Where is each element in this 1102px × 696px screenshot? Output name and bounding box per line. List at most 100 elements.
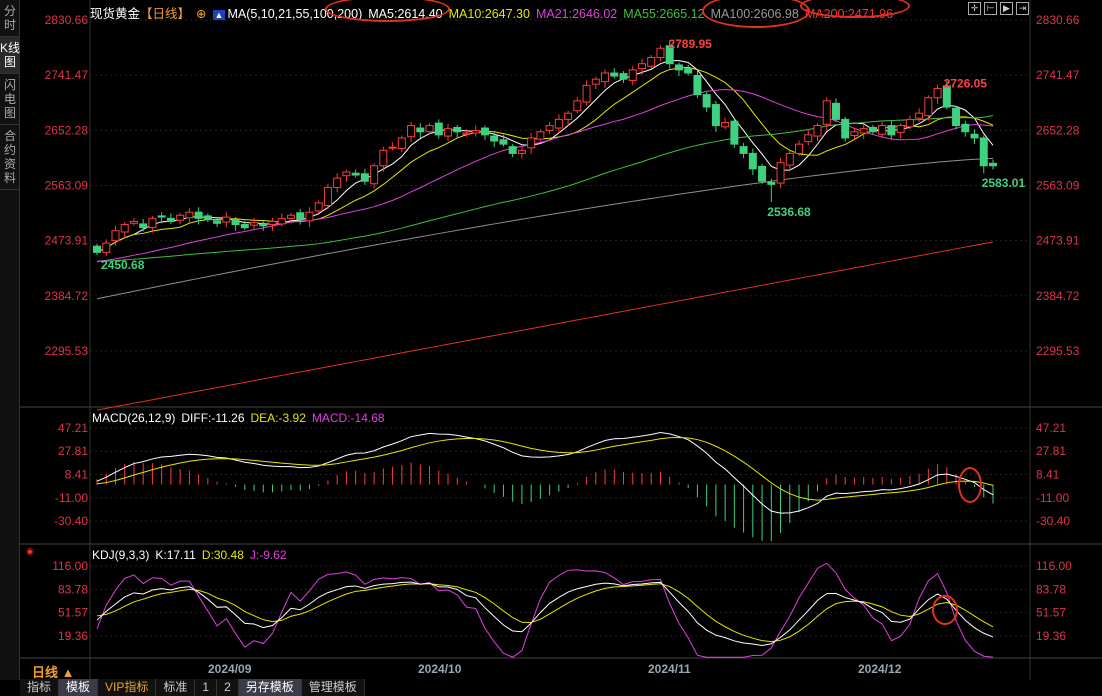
tab-template[interactable]: 模板: [59, 679, 99, 696]
candle-body: [517, 149, 526, 154]
low-label: 2583.01: [982, 176, 1026, 190]
candle-body: [314, 202, 323, 212]
ma10-value: MA10:2647.30: [448, 7, 530, 21]
candle-body: [924, 97, 933, 117]
price-label-right: 2473.91: [1036, 234, 1080, 248]
candle-body: [499, 139, 508, 145]
candle-body: [859, 128, 868, 134]
candle-body: [342, 171, 351, 177]
price-label-left: 2830.66: [45, 13, 89, 27]
price-label-right: 2652.28: [1036, 123, 1080, 137]
candle-body: [213, 220, 222, 224]
candle-body: [527, 137, 536, 149]
macd-diff-line: [96, 431, 994, 514]
candle-body: [628, 69, 637, 81]
candle-body: [471, 130, 480, 134]
candle-body: [240, 224, 249, 229]
chart-tools: ✛ ⊢ ▶ ⇥: [968, 2, 1029, 15]
candle-body: [305, 211, 314, 222]
manage-template-button[interactable]: 管理模板: [302, 679, 365, 696]
kdj-label: KDJ(9,3,3): [92, 548, 150, 562]
candle-body: [564, 112, 573, 120]
macd-axis-right: -11.00: [1036, 491, 1069, 505]
tab-standard[interactable]: 标准: [156, 679, 196, 696]
candle-body: [776, 162, 785, 184]
tab-indicator[interactable]: 指标: [20, 679, 60, 696]
candle-body: [360, 173, 369, 182]
kdj-axis-right: 51.57: [1036, 606, 1066, 620]
candle-body: [434, 122, 443, 136]
tab-1[interactable]: 1: [195, 679, 218, 696]
candle-body: [480, 127, 489, 136]
candle-body: [490, 135, 499, 142]
candle-body: [970, 133, 979, 139]
macd-header: MACD(26,12,9) DIFF:-11.26 DEA:-3.92 MACD:-1…: [92, 411, 391, 425]
chart-canvas[interactable]: 2830.66 2830.66 2741.47 2741.47 2652.28 2652.…: [0, 0, 1102, 696]
candle-body: [896, 125, 905, 133]
settings-icon[interactable]: ◉: [26, 546, 34, 557]
macd-axis-left: -30.40: [54, 514, 88, 528]
save-template-button[interactable]: 另存模板: [238, 679, 302, 696]
add-icon[interactable]: ⊕: [196, 7, 206, 21]
date-label: 2024/09: [208, 662, 252, 676]
candle-body: [166, 217, 175, 222]
candle-body: [176, 214, 185, 221]
date-label: 2024/12: [858, 662, 902, 676]
ma21-line: [96, 88, 994, 262]
candle-body: [416, 127, 425, 133]
kdj-axis-right: 19.36: [1036, 629, 1066, 643]
play-icon[interactable]: ▶: [1000, 2, 1013, 15]
candle-body: [915, 112, 924, 119]
tab-2[interactable]: 2: [217, 679, 239, 696]
candle-body: [582, 84, 591, 103]
indicator-icon[interactable]: ▲: [212, 10, 226, 20]
candle-body: [748, 152, 757, 170]
price-label-right: 2741.47: [1036, 68, 1080, 82]
candle-body: [296, 212, 305, 221]
kdj-axis-left: 116.00: [52, 559, 88, 573]
price-label-left: 2473.91: [45, 234, 89, 248]
candle-body: [989, 162, 997, 167]
kdj-j: J:-9.62: [249, 548, 287, 562]
price-label-left: 2384.72: [45, 289, 89, 303]
candle-body: [767, 181, 776, 185]
date-label: 2024/11: [648, 662, 691, 676]
price-label-left: 2741.47: [45, 68, 89, 82]
price-label-right: 2563.09: [1036, 179, 1080, 193]
range-icon[interactable]: ⊢: [984, 2, 997, 15]
kdj-axis-left: 51.57: [58, 606, 88, 620]
kdj-axis-left: 19.36: [58, 629, 88, 643]
symbol-title: 现货黄金: [90, 7, 141, 21]
candle-body: [711, 104, 720, 127]
candle-body: [259, 223, 268, 227]
candle-body: [148, 217, 157, 229]
high-label: 2726.05: [944, 77, 988, 91]
price-label-right: 2384.72: [1036, 289, 1080, 303]
candle-body: [739, 146, 748, 154]
candle-body: [702, 94, 711, 108]
candle-body: [868, 126, 877, 133]
high-label: 2789.95: [668, 37, 712, 51]
ma55-value: MA55:2665.12: [623, 7, 705, 21]
macd-axis-left: -11.00: [55, 491, 88, 505]
candle-body: [684, 68, 693, 74]
candle-body: [822, 100, 831, 125]
candle-body: [905, 118, 914, 128]
candle-body: [323, 186, 332, 206]
tab-vip-indicator[interactable]: VIP指标: [98, 679, 157, 696]
macd-axis-left: 8.41: [65, 467, 89, 481]
candle-body: [804, 134, 813, 143]
candle-body: [573, 100, 582, 112]
candle-body: [508, 146, 517, 154]
candle-body: [979, 137, 988, 167]
jump-end-icon[interactable]: ⇥: [1016, 2, 1029, 15]
candle-body: [831, 102, 840, 120]
candle-body: [222, 216, 231, 223]
macd-value: MACD:-14.68: [311, 411, 385, 425]
candle-body: [129, 220, 138, 224]
macd-axis-left: 47.21: [58, 421, 88, 435]
kdj-d: D:30.48: [201, 548, 244, 562]
candle-body: [536, 131, 545, 140]
candle-body: [425, 125, 434, 133]
crosshair-icon[interactable]: ✛: [968, 2, 981, 15]
